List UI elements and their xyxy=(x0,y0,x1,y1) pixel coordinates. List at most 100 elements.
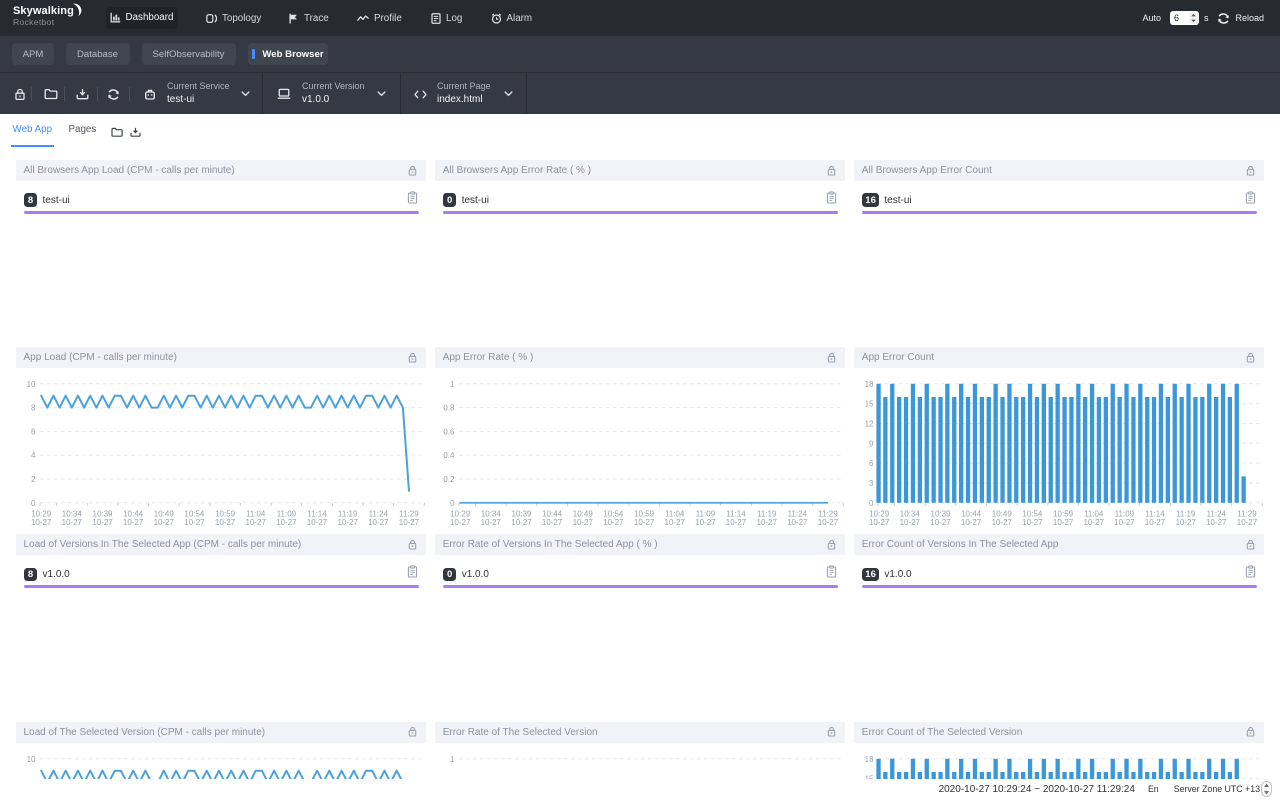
svg-text:11:09: 11:09 xyxy=(276,509,296,518)
svg-text:10:54: 10:54 xyxy=(1022,509,1043,518)
svg-text:10:54: 10:54 xyxy=(184,509,205,518)
svg-text:10-27: 10-27 xyxy=(368,518,389,526)
svg-text:8: 8 xyxy=(31,404,36,413)
svg-text:11:04: 11:04 xyxy=(665,509,685,518)
svg-text:10-27: 10-27 xyxy=(664,518,685,526)
svg-text:11:19: 11:19 xyxy=(1176,509,1196,518)
svg-text:10-27: 10-27 xyxy=(122,518,143,526)
svg-text:10:49: 10:49 xyxy=(992,509,1013,518)
svg-text:10-27: 10-27 xyxy=(1022,518,1043,526)
svg-text:2: 2 xyxy=(31,475,36,484)
svg-text:10-27: 10-27 xyxy=(337,518,358,526)
svg-text:10-27: 10-27 xyxy=(930,518,951,526)
svg-text:10:59: 10:59 xyxy=(634,509,655,518)
svg-text:10:49: 10:49 xyxy=(153,509,174,518)
svg-text:10-27: 10-27 xyxy=(542,518,563,526)
svg-text:10:59: 10:59 xyxy=(1053,509,1074,518)
svg-text:10:29: 10:29 xyxy=(450,509,471,518)
svg-text:10-27: 10-27 xyxy=(991,518,1012,526)
svg-text:11:14: 11:14 xyxy=(726,509,746,518)
svg-text:10-27: 10-27 xyxy=(695,518,716,526)
svg-text:10:54: 10:54 xyxy=(603,509,624,518)
svg-text:10:29: 10:29 xyxy=(31,509,52,518)
svg-text:10-27: 10-27 xyxy=(1114,518,1135,526)
svg-text:10-27: 10-27 xyxy=(1053,518,1074,526)
svg-text:0: 0 xyxy=(450,499,455,508)
svg-text:10:34: 10:34 xyxy=(900,509,921,518)
svg-text:11:24: 11:24 xyxy=(368,509,388,518)
svg-text:4: 4 xyxy=(31,451,36,460)
svg-text:10-27: 10-27 xyxy=(603,518,624,526)
svg-text:10-27: 10-27 xyxy=(1145,518,1166,526)
svg-text:12: 12 xyxy=(864,420,873,429)
svg-text:10-27: 10-27 xyxy=(725,518,746,526)
svg-text:10-27: 10-27 xyxy=(1237,518,1258,526)
svg-text:0.4: 0.4 xyxy=(443,451,455,460)
svg-text:10-27: 10-27 xyxy=(61,518,82,526)
svg-text:10-27: 10-27 xyxy=(92,518,113,526)
svg-text:10-27: 10-27 xyxy=(153,518,174,526)
svg-text:10-27: 10-27 xyxy=(245,518,266,526)
svg-text:10-27: 10-27 xyxy=(480,518,501,526)
svg-text:10-27: 10-27 xyxy=(899,518,920,526)
svg-text:11:24: 11:24 xyxy=(1206,509,1226,518)
svg-text:10-27: 10-27 xyxy=(756,518,777,526)
svg-text:10-27: 10-27 xyxy=(787,518,808,526)
svg-text:11:24: 11:24 xyxy=(787,509,807,518)
svg-text:18: 18 xyxy=(864,754,873,763)
svg-text:10-27: 10-27 xyxy=(30,518,51,526)
svg-text:11:14: 11:14 xyxy=(307,509,327,518)
svg-text:15: 15 xyxy=(864,400,873,409)
svg-text:11:29: 11:29 xyxy=(399,509,419,518)
svg-text:1: 1 xyxy=(450,380,455,389)
svg-text:10-27: 10-27 xyxy=(869,518,890,526)
svg-text:10:39: 10:39 xyxy=(511,509,532,518)
svg-text:10:49: 10:49 xyxy=(572,509,593,518)
svg-text:0: 0 xyxy=(31,499,36,508)
svg-text:10:34: 10:34 xyxy=(61,509,82,518)
svg-text:10:34: 10:34 xyxy=(480,509,501,518)
svg-text:11:19: 11:19 xyxy=(337,509,357,518)
svg-text:11:04: 11:04 xyxy=(1084,509,1104,518)
svg-text:3: 3 xyxy=(869,479,874,488)
svg-text:6: 6 xyxy=(869,459,874,468)
svg-text:10-27: 10-27 xyxy=(961,518,982,526)
svg-text:10:44: 10:44 xyxy=(961,509,982,518)
svg-text:10:29: 10:29 xyxy=(869,509,890,518)
svg-text:10:59: 10:59 xyxy=(215,509,236,518)
svg-text:10-27: 10-27 xyxy=(1206,518,1227,526)
svg-text:10-27: 10-27 xyxy=(1083,518,1104,526)
svg-text:10-27: 10-27 xyxy=(184,518,205,526)
svg-text:11:19: 11:19 xyxy=(757,509,777,518)
svg-text:11:29: 11:29 xyxy=(1237,509,1257,518)
svg-text:10-27: 10-27 xyxy=(276,518,297,526)
svg-text:0: 0 xyxy=(869,499,874,508)
svg-text:10:39: 10:39 xyxy=(930,509,951,518)
svg-text:11:29: 11:29 xyxy=(818,509,838,518)
svg-text:10-27: 10-27 xyxy=(634,518,655,526)
svg-text:1: 1 xyxy=(450,754,455,763)
svg-text:11:04: 11:04 xyxy=(245,509,265,518)
svg-text:10:44: 10:44 xyxy=(123,509,144,518)
svg-text:9: 9 xyxy=(869,439,874,448)
svg-text:10:44: 10:44 xyxy=(542,509,563,518)
svg-text:0.6: 0.6 xyxy=(443,428,455,437)
svg-text:10-27: 10-27 xyxy=(511,518,532,526)
svg-text:11:09: 11:09 xyxy=(1114,509,1134,518)
svg-text:0.8: 0.8 xyxy=(443,404,455,413)
svg-text:10-27: 10-27 xyxy=(817,518,838,526)
svg-text:6: 6 xyxy=(31,428,36,437)
svg-text:10: 10 xyxy=(26,380,35,389)
svg-text:10-27: 10-27 xyxy=(306,518,327,526)
svg-text:11:09: 11:09 xyxy=(695,509,715,518)
svg-text:10-27: 10-27 xyxy=(572,518,593,526)
svg-text:0.2: 0.2 xyxy=(443,475,455,484)
svg-text:10-27: 10-27 xyxy=(398,518,419,526)
svg-text:10:39: 10:39 xyxy=(92,509,113,518)
svg-text:10-27: 10-27 xyxy=(450,518,471,526)
svg-text:10-27: 10-27 xyxy=(214,518,235,526)
svg-text:10: 10 xyxy=(26,754,35,763)
svg-text:11:14: 11:14 xyxy=(1145,509,1165,518)
svg-text:18: 18 xyxy=(864,380,873,389)
svg-text:10-27: 10-27 xyxy=(1175,518,1196,526)
